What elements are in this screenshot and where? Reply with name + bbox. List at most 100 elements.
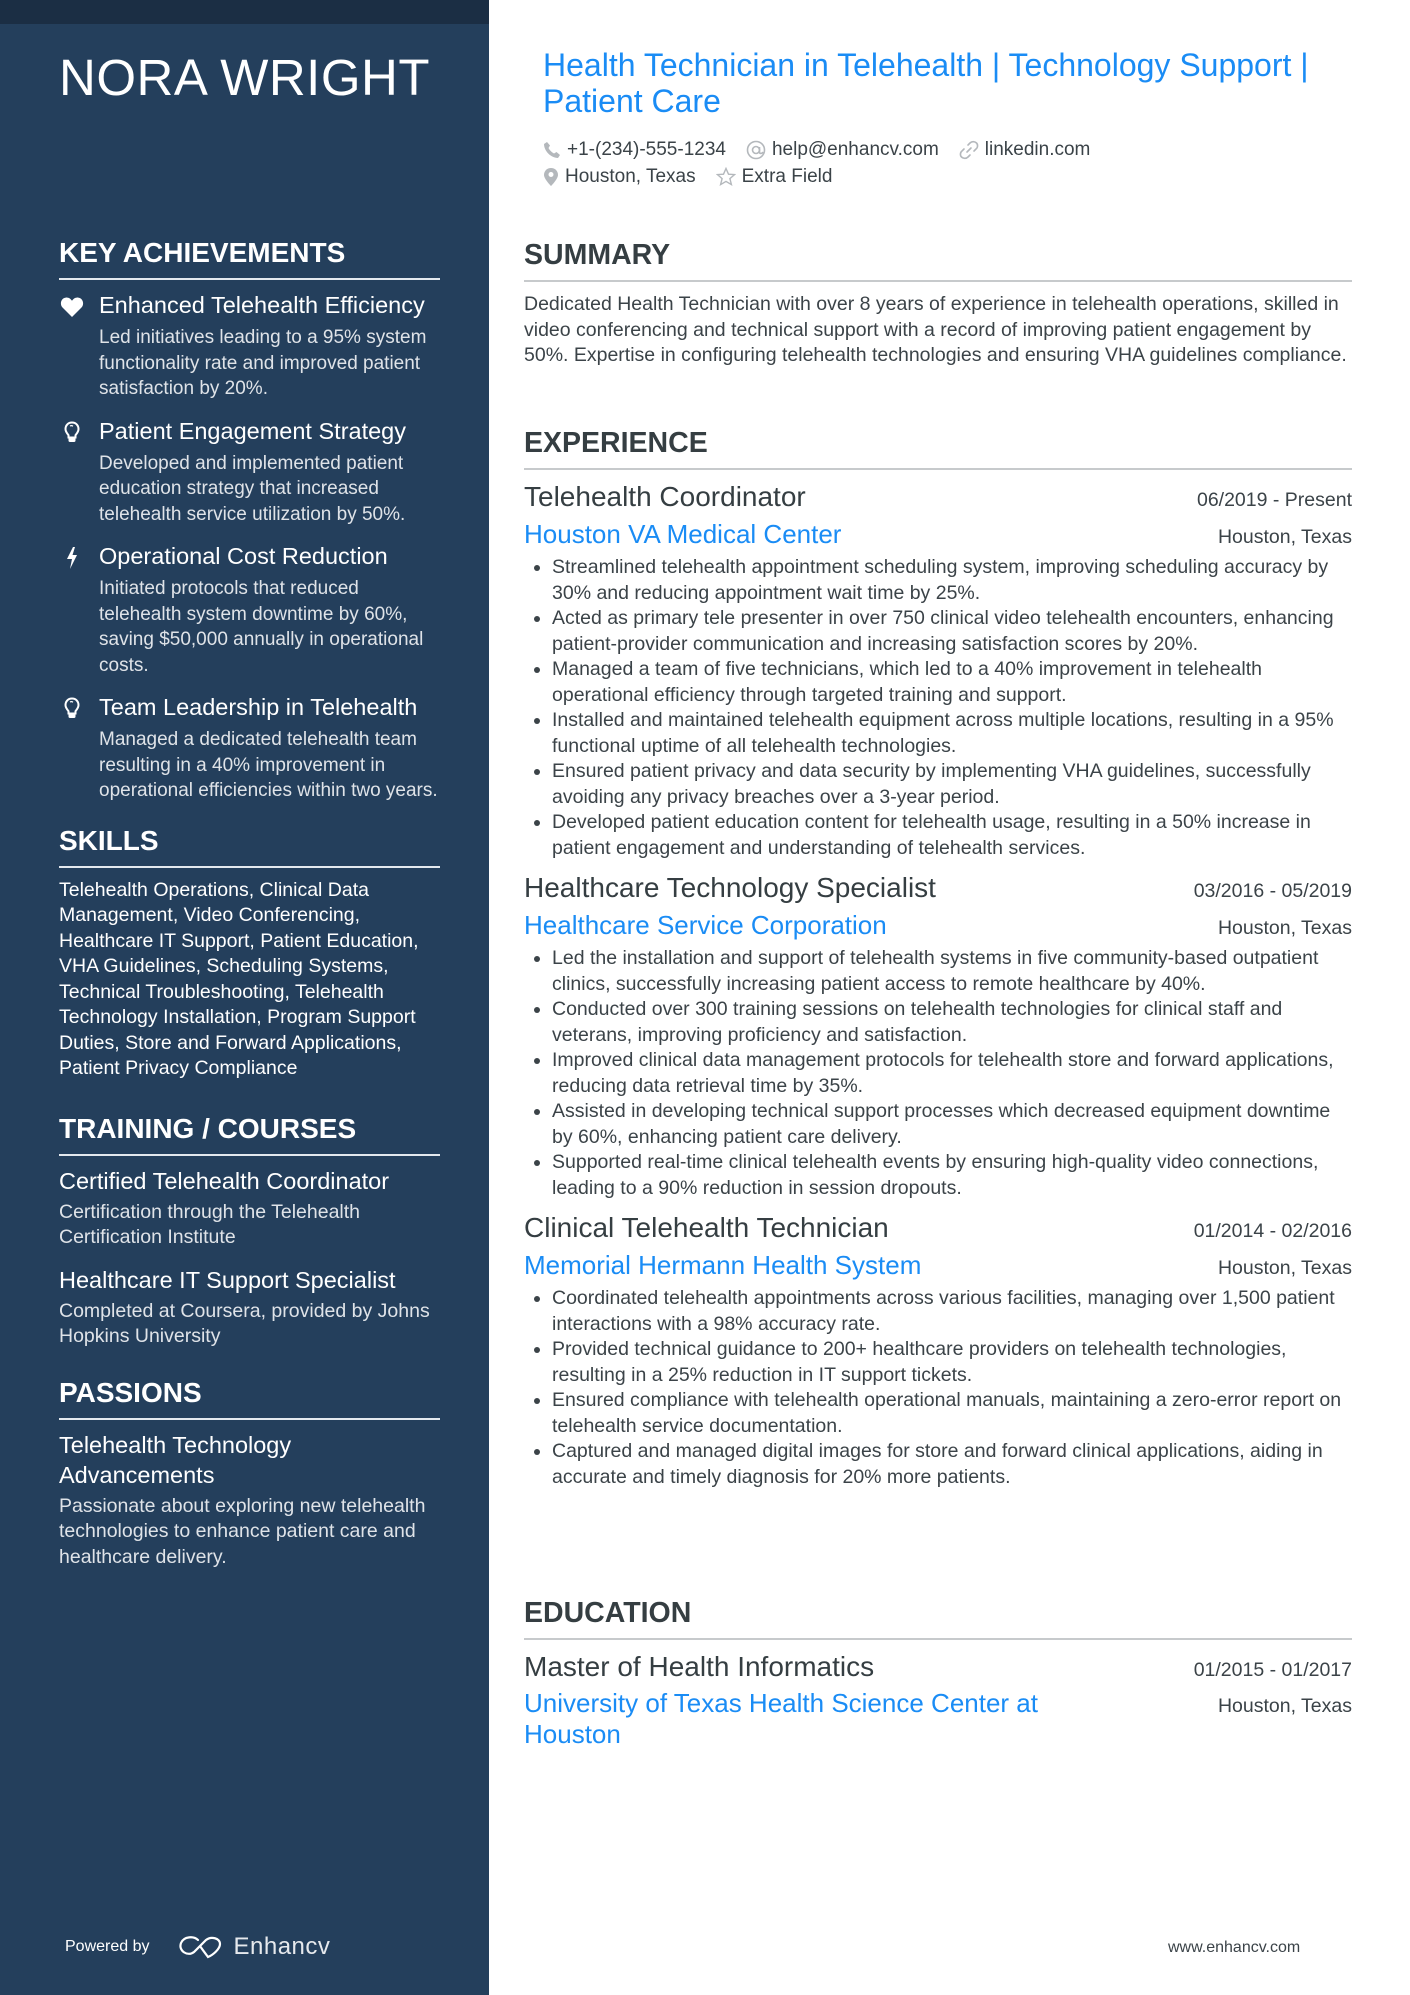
contact-row: Houston, Texas Extra Field <box>543 163 1363 190</box>
summary-heading: SUMMARY <box>524 238 1352 282</box>
job-bullet: Captured and managed digital images for … <box>552 1439 1352 1490</box>
training-title: Healthcare IT Support Specialist <box>59 1266 396 1293</box>
headline: Health Technician in Telehealth | Techno… <box>543 47 1309 119</box>
education-school: University of Texas Health Science Cente… <box>524 1688 1038 1749</box>
education-heading: EDUCATION <box>524 1596 1352 1640</box>
achievements-section: KEY ACHIEVEMENTS Enhanced Telehealth Eff… <box>59 236 440 804</box>
job-bullet: Ensured patient privacy and data securit… <box>552 759 1352 810</box>
achievement-title: Operational Cost Reduction <box>99 543 388 569</box>
contact-row: +1-(234)-555-1234 help@enhancv.com linke… <box>543 136 1363 163</box>
link-icon <box>959 140 979 159</box>
job-title: Healthcare Technology Specialist <box>524 872 936 903</box>
achievement-description: Developed and implemented patient educat… <box>99 452 406 525</box>
job-bullet: Installed and maintained telehealth equi… <box>552 708 1352 759</box>
education-entry: Master of Health Informatics 01/2015 - 0… <box>524 1648 1352 1750</box>
lightbulb-icon <box>59 696 85 722</box>
job-location: Houston, Texas <box>1217 1257 1352 1279</box>
sidebar: NORA WRIGHT KEY ACHIEVEMENTS Enhanced Te… <box>0 0 489 1995</box>
job-bullet: Streamlined telehealth appointment sched… <box>552 555 1352 606</box>
contact-phone[interactable]: +1-(234)-555-1234 <box>543 139 726 161</box>
job-bullet: Ensured compliance with telehealth opera… <box>552 1388 1352 1439</box>
training-item: Certified Telehealth Coordinator Certifi… <box>59 1166 440 1251</box>
achievement-title: Team Leadership in Telehealth <box>99 694 418 720</box>
heart-icon <box>59 294 85 320</box>
training-heading: TRAINING / COURSES <box>59 1112 440 1156</box>
skills-section: SKILLS Telehealth Operations, Clinical D… <box>59 824 440 1082</box>
enhancv-brand: Enhancv <box>233 1933 331 1960</box>
passion-title: Telehealth Technology Advancements <box>59 1431 292 1488</box>
achievement-item: Patient Engagement Strategy Developed an… <box>59 416 440 528</box>
location-pin-icon <box>544 167 558 186</box>
achievement-description: Led initiatives leading to a 95% system … <box>99 327 427 399</box>
passions-section: PASSIONS Telehealth Technology Advanceme… <box>59 1376 440 1571</box>
job-company: Memorial Hermann Health System <box>524 1250 922 1280</box>
enhancv-logo[interactable]: Enhancv <box>178 1933 331 1961</box>
extra-field-text: Extra Field <box>741 165 833 187</box>
job-bullet: Provided technical guidance to 200+ heal… <box>552 1337 1352 1388</box>
job-title: Telehealth Coordinator <box>524 481 806 512</box>
location-text: Houston, Texas <box>565 165 696 187</box>
job-bullet: Managed a team of five technicians, whic… <box>552 657 1352 708</box>
training-description: Completed at Coursera, provided by Johns… <box>59 1299 430 1348</box>
contact-location: Houston, Texas <box>543 166 696 188</box>
job-location: Houston, Texas <box>1217 917 1352 939</box>
summary-section: SUMMARY Dedicated Health Technician with… <box>524 238 1352 369</box>
contact-info: +1-(234)-555-1234 help@enhancv.com linke… <box>543 136 1363 190</box>
job-bullet: Developed patient education content for … <box>552 810 1352 861</box>
education-location: Houston, Texas <box>1217 1695 1352 1717</box>
experience-heading: EXPERIENCE <box>524 426 1352 470</box>
summary-text: Dedicated Health Technician with over 8 … <box>524 293 1347 366</box>
achievement-title: Enhanced Telehealth Efficiency <box>99 292 425 318</box>
email-text: help@enhancv.com <box>771 138 939 160</box>
passion-description: Passionate about exploring new telehealt… <box>59 1494 426 1568</box>
job-entry: Telehealth Coordinator 06/2019 - Present… <box>524 478 1352 861</box>
training-item: Healthcare IT Support Specialist Complet… <box>59 1265 440 1350</box>
sidebar-content: KEY ACHIEVEMENTS Enhanced Telehealth Eff… <box>59 236 440 1584</box>
achievement-description: Initiated protocols that reduced telehea… <box>99 578 424 676</box>
skills-list: Telehealth Operations, Clinical Data Man… <box>59 878 419 1080</box>
achievement-item: Team Leadership in Telehealth Managed a … <box>59 692 440 804</box>
candidate-name: NORA WRIGHT <box>59 49 430 106</box>
job-bullets: Streamlined telehealth appointment sched… <box>524 555 1352 861</box>
powered-by-label: Powered by <box>65 1938 150 1955</box>
job-bullets: Led the installation and support of tele… <box>524 946 1352 1201</box>
contact-website[interactable]: linkedin.com <box>959 138 1091 161</box>
job-title: Clinical Telehealth Technician <box>524 1212 889 1243</box>
enhancv-logo-icon <box>178 1936 221 1959</box>
job-bullet: Led the installation and support of tele… <box>552 946 1352 997</box>
job-bullet: Assisted in developing technical support… <box>552 1099 1352 1150</box>
job-bullet: Conducted over 300 training sessions on … <box>552 997 1352 1048</box>
job-bullet: Supported real-time clinical telehealth … <box>552 1150 1352 1201</box>
website-footer[interactable]: www.enhancv.com <box>1168 1939 1300 1957</box>
at-icon <box>746 140 766 159</box>
job-dates: 01/2014 - 02/2016 <box>1193 1220 1352 1242</box>
contact-extra: Extra Field <box>715 165 833 188</box>
job-company: Houston VA Medical Center <box>524 519 842 549</box>
training-title: Certified Telehealth Coordinator <box>59 1167 390 1194</box>
skills-heading: SKILLS <box>59 824 440 868</box>
achievement-item: Enhanced Telehealth Efficiency Led initi… <box>59 290 440 402</box>
job-bullet: Coordinated telehealth appointments acro… <box>552 1286 1352 1337</box>
job-dates: 06/2019 - Present <box>1196 489 1352 511</box>
achievements-list: Enhanced Telehealth Efficiency Led initi… <box>59 290 440 804</box>
sidebar-top-band <box>0 0 489 24</box>
contact-email[interactable]: help@enhancv.com <box>746 139 939 161</box>
passions-heading: PASSIONS <box>59 1376 440 1420</box>
achievement-item: Operational Cost Reduction Initiated pro… <box>59 541 440 678</box>
website-text: linkedin.com <box>984 138 1091 160</box>
experience-section: EXPERIENCE Telehealth Coordinator 06/201… <box>524 426 1352 1490</box>
job-bullet: Improved clinical data management protoc… <box>552 1048 1352 1099</box>
passion-item: Telehealth Technology Advancements Passi… <box>59 1430 440 1571</box>
achievement-description: Managed a dedicated telehealth team resu… <box>99 729 438 801</box>
training-section: TRAINING / COURSES Certified Telehealth … <box>59 1112 440 1350</box>
star-icon <box>715 166 736 186</box>
lightbulb-icon <box>59 420 85 446</box>
job-location: Houston, Texas <box>1217 526 1352 548</box>
education-dates: 01/2015 - 01/2017 <box>1193 1659 1352 1681</box>
phone-icon <box>544 141 560 158</box>
lightning-icon <box>59 545 85 571</box>
job-entry: Clinical Telehealth Technician 01/2014 -… <box>524 1209 1352 1490</box>
job-bullet: Acted as primary tele presenter in over … <box>552 606 1352 657</box>
powered-by-footer: Powered by Enhancv <box>65 1933 330 1961</box>
achievement-title: Patient Engagement Strategy <box>99 417 407 444</box>
